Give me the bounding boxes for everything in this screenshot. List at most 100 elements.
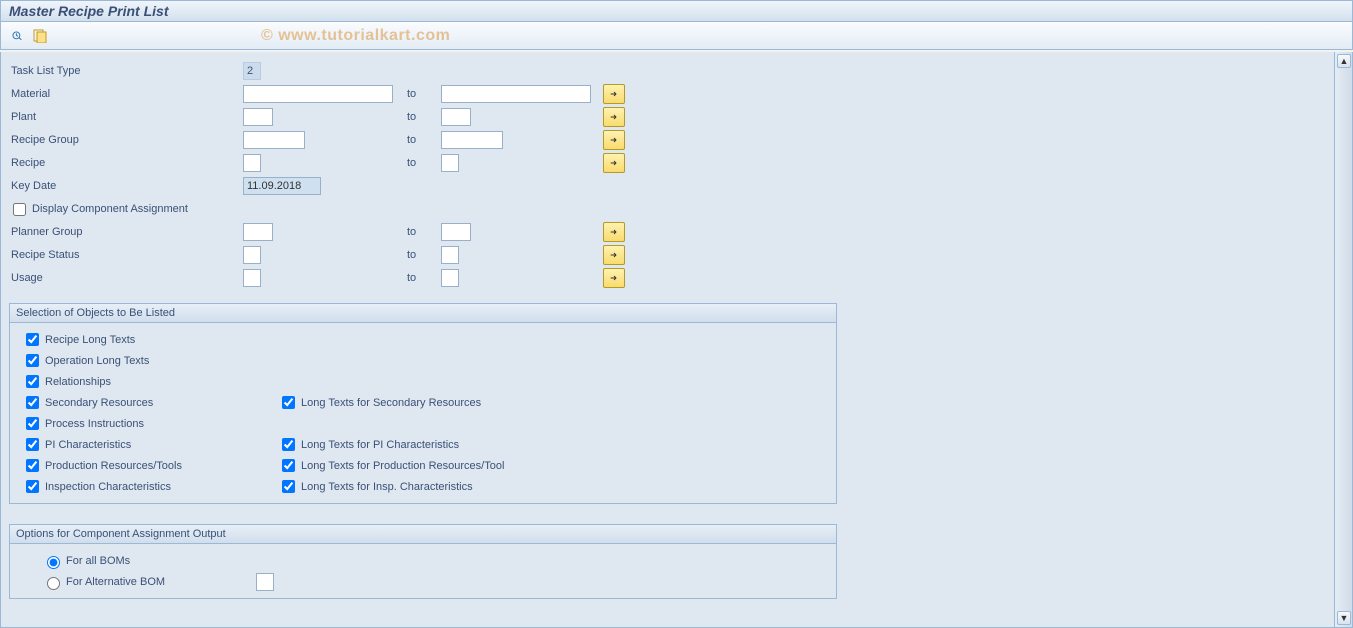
scroll-up-icon[interactable]: ▲ (1337, 54, 1351, 68)
checkbox-operation-long-texts[interactable] (26, 354, 39, 367)
label-recipe-status: Recipe Status (9, 249, 243, 261)
label-secondary-resources: Secondary Resources (45, 397, 153, 409)
label-process-instructions: Process Instructions (45, 418, 144, 430)
vertical-scrollbar[interactable]: ▲ ▼ (1335, 52, 1353, 628)
label-recipe: Recipe (9, 157, 243, 169)
to-usage: to (401, 272, 441, 284)
to-recipe: to (401, 157, 441, 169)
field-task-list-type[interactable] (243, 62, 261, 80)
multisel-material[interactable] (603, 84, 625, 104)
label-insp-char: Inspection Characteristics (45, 481, 171, 493)
field-usage-low[interactable] (243, 269, 261, 287)
group-selection-objects-title: Selection of Objects to Be Listed (10, 304, 836, 323)
row-usage: Usage to (9, 267, 1326, 289)
field-recipe-group-low[interactable] (243, 131, 305, 149)
label-prod-res-tools: Production Resources/Tools (45, 460, 182, 472)
label-pi-characteristics: PI Characteristics (45, 439, 131, 451)
label-relationships: Relationships (45, 376, 111, 388)
label-for-alt-bom: For Alternative BOM (66, 576, 256, 588)
label-long-pi-char: Long Texts for PI Characteristics (301, 439, 459, 451)
checkbox-secondary-resources[interactable] (26, 396, 39, 409)
field-material-high[interactable] (441, 85, 591, 103)
group-component-output: Options for Component Assignment Output … (9, 524, 837, 599)
label-long-sec-res: Long Texts for Secondary Resources (301, 397, 481, 409)
checkbox-long-sec-res[interactable] (282, 396, 295, 409)
checkbox-long-prod-res[interactable] (282, 459, 295, 472)
multisel-recipe-group[interactable] (603, 130, 625, 150)
arrow-right-icon (610, 135, 618, 145)
watermark-text: © www.tutorialkart.com (261, 27, 450, 45)
label-long-prod-res: Long Texts for Production Resources/Tool (301, 460, 504, 472)
field-recipe-low[interactable] (243, 154, 261, 172)
row-recipe-status: Recipe Status to (9, 244, 1326, 266)
label-planner-group: Planner Group (9, 226, 243, 238)
row-material: Material to (9, 83, 1326, 105)
arrow-right-icon (610, 250, 618, 260)
to-recipe-group: to (401, 134, 441, 146)
label-long-insp-char: Long Texts for Insp. Characteristics (301, 481, 473, 493)
arrow-right-icon (610, 227, 618, 237)
multisel-usage[interactable] (603, 268, 625, 288)
label-recipe-long-texts: Recipe Long Texts (45, 334, 135, 346)
group-selection-objects-body: Recipe Long Texts Operation Long Texts R… (10, 323, 836, 503)
label-recipe-group: Recipe Group (9, 134, 243, 146)
checkbox-insp-char[interactable] (26, 480, 39, 493)
label-operation-long-texts: Operation Long Texts (45, 355, 149, 367)
body-area: Task List Type Material to Plant to (0, 52, 1353, 628)
to-material: to (401, 88, 441, 100)
row-key-date: Key Date (9, 175, 1326, 197)
group-component-output-title: Options for Component Assignment Output (10, 525, 836, 544)
row-task-list-type: Task List Type (9, 60, 1326, 82)
variant-icon (33, 29, 49, 43)
app-root: Master Recipe Print List © www.tutorialk… (0, 0, 1353, 628)
label-for-all-boms: For all BOMs (66, 555, 130, 567)
field-recipe-high[interactable] (441, 154, 459, 172)
selection-screen: Task List Type Material to Plant to (0, 52, 1335, 628)
checkbox-recipe-long-texts[interactable] (26, 333, 39, 346)
checkbox-prod-res-tools[interactable] (26, 459, 39, 472)
variant-button[interactable] (31, 26, 51, 46)
checkbox-pi-characteristics[interactable] (26, 438, 39, 451)
label-key-date: Key Date (9, 180, 243, 192)
row-recipe-group: Recipe Group to (9, 129, 1326, 151)
label-disp-comp-assign: Display Component Assignment (32, 203, 188, 215)
field-usage-high[interactable] (441, 269, 459, 287)
checkbox-long-insp-char[interactable] (282, 480, 295, 493)
multisel-planner-group[interactable] (603, 222, 625, 242)
field-plant-high[interactable] (441, 108, 471, 126)
radio-for-alt-bom[interactable] (47, 577, 60, 590)
multisel-recipe-status[interactable] (603, 245, 625, 265)
multisel-recipe[interactable] (603, 153, 625, 173)
field-recipe-status-low[interactable] (243, 246, 261, 264)
field-alt-bom[interactable] (256, 573, 274, 591)
group-component-output-body: For all BOMs For Alternative BOM (10, 544, 836, 598)
arrow-right-icon (610, 158, 618, 168)
checkbox-disp-comp-assign[interactable] (13, 203, 26, 216)
clock-execute-icon (11, 31, 23, 41)
scroll-down-icon[interactable]: ▼ (1337, 611, 1351, 625)
field-planner-group-high[interactable] (441, 223, 471, 241)
row-recipe: Recipe to (9, 152, 1326, 174)
execute-button[interactable] (7, 26, 27, 46)
label-material: Material (9, 88, 243, 100)
field-plant-low[interactable] (243, 108, 273, 126)
field-recipe-group-high[interactable] (441, 131, 503, 149)
label-plant: Plant (9, 111, 243, 123)
to-planner-group: to (401, 226, 441, 238)
label-task-list-type: Task List Type (9, 65, 243, 77)
field-planner-group-low[interactable] (243, 223, 273, 241)
checkbox-relationships[interactable] (26, 375, 39, 388)
checkbox-process-instructions[interactable] (26, 417, 39, 430)
multisel-plant[interactable] (603, 107, 625, 127)
group-selection-objects: Selection of Objects to Be Listed Recipe… (9, 303, 837, 504)
arrow-right-icon (610, 273, 618, 283)
label-usage: Usage (9, 272, 243, 284)
row-plant: Plant to (9, 106, 1326, 128)
checkbox-long-pi-char[interactable] (282, 438, 295, 451)
toolbar: © www.tutorialkart.com (0, 22, 1353, 50)
field-key-date[interactable] (243, 177, 321, 195)
field-material-low[interactable] (243, 85, 393, 103)
radio-for-all-boms[interactable] (47, 556, 60, 569)
to-recipe-status: to (401, 249, 441, 261)
field-recipe-status-high[interactable] (441, 246, 459, 264)
